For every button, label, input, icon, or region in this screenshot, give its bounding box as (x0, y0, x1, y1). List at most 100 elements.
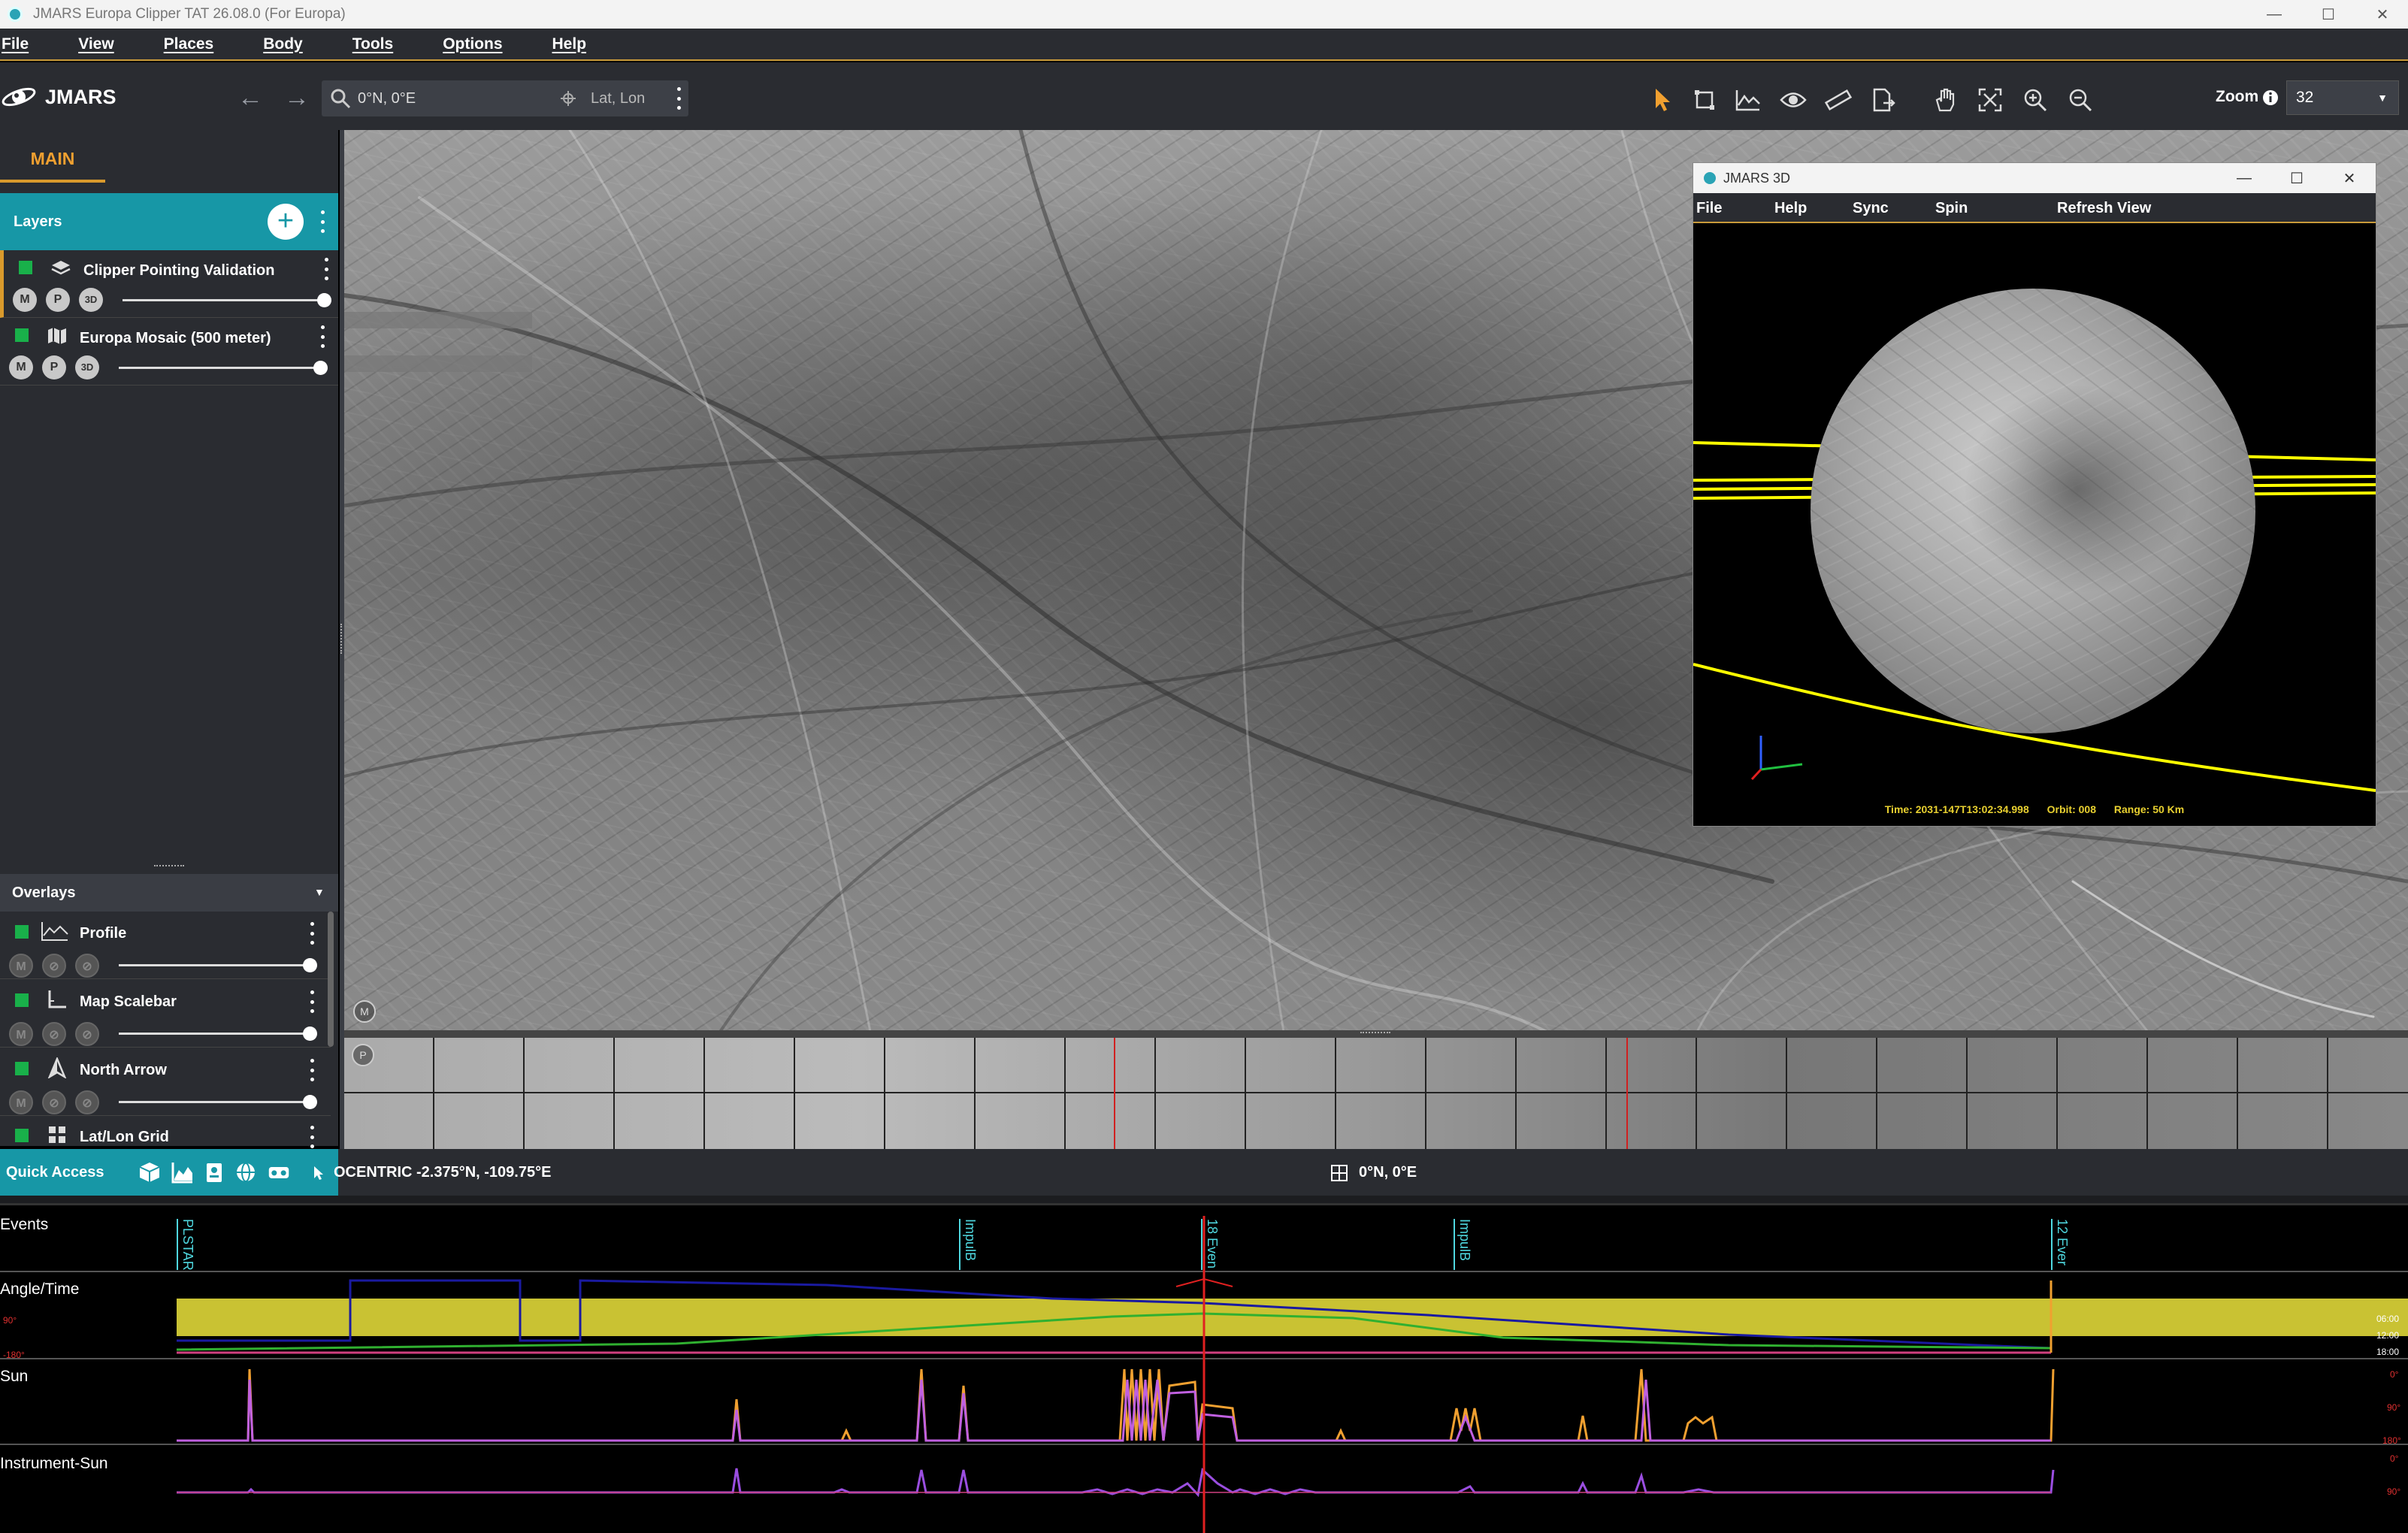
ruler-icon[interactable] (1823, 85, 1853, 115)
bounding-box-icon[interactable] (1690, 85, 1720, 115)
main-view-toggle[interactable]: M (9, 1090, 33, 1114)
overlay-menu-icon[interactable] (308, 1126, 316, 1148)
timeline-divider[interactable] (0, 1196, 2408, 1205)
location-input[interactable] (358, 89, 561, 107)
slider-knob[interactable] (303, 1095, 317, 1109)
menu-spin-3d[interactable]: Spin (1935, 200, 1968, 217)
overlay-row-map-scalebar[interactable]: Map Scalebar M ⊘ ⊘ (0, 980, 331, 1048)
profile-chart-icon[interactable] (1733, 85, 1763, 115)
timeline-panel[interactable]: Events Angle/Time Sun Instrument-Sun PLS… (0, 1205, 2408, 1533)
3d-view-toggle[interactable]: 3D (79, 288, 103, 312)
export-icon[interactable] (1868, 85, 1898, 115)
main-view-toggle[interactable]: M (13, 288, 37, 312)
clipboard-icon[interactable] (203, 1161, 225, 1184)
zoom-in-icon[interactable] (2020, 85, 2050, 115)
main-view-toggle[interactable]: M (9, 355, 33, 379)
chevron-down-icon[interactable]: ▼ (314, 886, 325, 898)
minimize-button[interactable]: — (2247, 0, 2301, 29)
crosshair-icon[interactable] (561, 91, 576, 106)
menu-tools[interactable]: Tools (352, 35, 393, 53)
menu-body[interactable]: Body (263, 35, 303, 53)
overlays-scrollbar[interactable] (328, 912, 334, 1047)
menu-options[interactable]: Options (443, 35, 502, 53)
divider-grip[interactable] (1360, 1032, 1390, 1036)
search-menu-icon[interactable] (675, 87, 682, 110)
chart-icon[interactable] (171, 1161, 194, 1184)
minimize-button[interactable]: — (2218, 163, 2270, 193)
overlay-row-profile[interactable]: Profile M ⊘ ⊘ (0, 912, 331, 979)
3d-view-toggle[interactable]: 3D (75, 355, 99, 379)
event-marker[interactable]: ImpulB (1454, 1219, 1472, 1270)
menu-help-3d[interactable]: Help (1774, 200, 1807, 217)
panel-resize-grip[interactable] (154, 865, 184, 869)
pan-hand-icon[interactable] (1930, 85, 1960, 115)
overlay-visible-checkbox[interactable] (15, 1062, 29, 1075)
event-marker[interactable]: 18 Even (1201, 1219, 1220, 1270)
layer-menu-icon[interactable] (322, 258, 330, 280)
3d-view-toggle[interactable]: ⊘ (75, 1090, 99, 1114)
menu-help[interactable]: Help (552, 35, 587, 53)
map-panner-divider[interactable] (344, 1030, 2408, 1038)
menu-file[interactable]: File (2, 35, 29, 53)
slider-knob[interactable] (313, 361, 328, 375)
close-button[interactable]: ✕ (2355, 0, 2408, 29)
overlay-opacity-slider[interactable] (119, 1095, 317, 1109)
select-pointer-icon[interactable] (1647, 85, 1677, 115)
panner-view-toggle[interactable]: ⊘ (42, 954, 66, 978)
panner-view-toggle[interactable]: P (42, 355, 66, 379)
panel-resize-grip[interactable] (340, 624, 343, 654)
overlay-menu-icon[interactable] (308, 1059, 316, 1081)
overlays-header[interactable]: Overlays ▼ (0, 874, 338, 912)
maximize-button[interactable]: ☐ (2270, 163, 2323, 193)
menu-refresh-view-3d[interactable]: Refresh View (2057, 200, 2151, 217)
eye-icon[interactable] (1778, 85, 1808, 115)
cube-icon[interactable] (138, 1161, 161, 1184)
add-layer-button[interactable]: + (268, 204, 304, 240)
main-view-toggle[interactable]: M (9, 1022, 33, 1046)
menu-view[interactable]: View (78, 35, 113, 53)
globe-icon[interactable] (234, 1161, 257, 1184)
menu-sync-3d[interactable]: Sync (1853, 200, 1889, 217)
3d-view-toggle[interactable]: ⊘ (75, 954, 99, 978)
event-marker[interactable]: PLSTAR (177, 1219, 195, 1271)
overlay-visible-checkbox[interactable] (15, 1129, 29, 1142)
close-button[interactable]: ✕ (2323, 163, 2376, 193)
overlay-opacity-slider[interactable] (119, 1027, 317, 1041)
layer-visible-checkbox[interactable] (19, 261, 32, 274)
panner-view-marker[interactable]: P (352, 1044, 374, 1066)
zoom-out-icon[interactable] (2065, 85, 2095, 115)
overlay-opacity-slider[interactable] (119, 958, 317, 972)
menu-places[interactable]: Places (164, 35, 214, 53)
forward-arrow-icon[interactable]: → (284, 83, 310, 113)
main-view-toggle[interactable]: M (9, 954, 33, 978)
overlay-visible-checkbox[interactable] (15, 925, 29, 939)
overlay-row-lat-lon-grid[interactable]: Lat/Lon Grid (0, 1117, 331, 1148)
slider-knob[interactable] (317, 293, 331, 307)
panner-view-toggle[interactable]: ⊘ (42, 1022, 66, 1046)
layer-visible-checkbox[interactable] (15, 328, 29, 342)
layers-menu-icon[interactable] (319, 210, 326, 233)
coordinate-mode[interactable]: Lat, Lon (591, 90, 645, 107)
event-marker[interactable]: 12 Ever (2051, 1219, 2070, 1270)
panner-view[interactable]: P (344, 1038, 2408, 1149)
maximize-button[interactable]: ☐ (2301, 0, 2355, 29)
layer-row-clipper-pointing[interactable]: Clipper Pointing Validation M P 3D (0, 250, 338, 318)
panner-view-toggle[interactable]: ⊘ (42, 1090, 66, 1114)
panner-view-toggle[interactable]: P (46, 288, 70, 312)
event-marker[interactable]: ImpulB (959, 1219, 978, 1270)
zoom-extent-icon[interactable] (1975, 85, 2005, 115)
layer-opacity-slider[interactable] (123, 293, 331, 307)
overlay-menu-icon[interactable] (308, 990, 316, 1013)
layer-row-europa-mosaic[interactable]: Europa Mosaic (500 meter) M P 3D (0, 318, 338, 386)
overlay-row-north-arrow[interactable]: North Arrow M ⊘ ⊘ (0, 1048, 331, 1116)
slider-knob[interactable] (303, 958, 317, 972)
info-icon[interactable] (2262, 89, 2279, 106)
layer-opacity-slider[interactable] (119, 361, 328, 375)
overlay-visible-checkbox[interactable] (15, 993, 29, 1007)
vr-headset-icon[interactable] (268, 1161, 290, 1184)
slider-knob[interactable] (303, 1027, 317, 1041)
3d-scene[interactable]: Time: 2031-147T13:02:34.998 Orbit: 008 R… (1693, 225, 2376, 826)
back-arrow-icon[interactable]: ← (237, 83, 263, 113)
layer-menu-icon[interactable] (319, 325, 326, 348)
zoom-select[interactable]: 32 ▼ (2286, 80, 2399, 115)
